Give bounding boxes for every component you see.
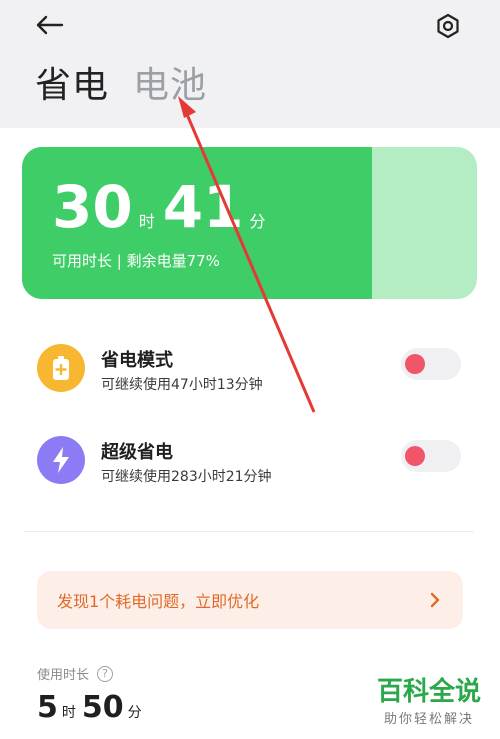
battery-issue-banner[interactable]: 发现1个耗电问题，立即优化 (37, 571, 463, 629)
help-icon[interactable]: ? (97, 665, 114, 682)
battery-subtitle: 可用时长 | 剩余电量77% (52, 252, 220, 270)
section-divider (24, 531, 474, 532)
issue-banner-text: 发现1个耗电问题，立即优化 (57, 592, 260, 611)
chevron-right-icon (430, 592, 440, 608)
tab-battery[interactable]: 电池 (133, 64, 207, 108)
usage-duration-value: 5 时 50 分 (37, 690, 148, 725)
super-power-saving-title: 超级省电 (101, 442, 173, 463)
toggle-knob (405, 354, 425, 374)
power-saving-mode-row[interactable]: 省电模式 可继续使用47小时13分钟 (37, 344, 462, 396)
lightning-icon (37, 436, 85, 484)
back-button[interactable] (32, 10, 68, 40)
settings-button[interactable] (432, 10, 464, 42)
usage-minutes: 50 (81, 690, 124, 725)
watermark-title: 百科全说 (376, 677, 481, 707)
battery-plus-icon (37, 344, 85, 392)
remaining-hours: 30 (52, 173, 133, 241)
gear-icon (437, 13, 459, 39)
toggle-knob (405, 446, 425, 466)
tab-power-saving[interactable]: 省电 (35, 64, 109, 108)
watermark-subtitle: 助你轻松解决 (383, 712, 474, 727)
minutes-unit: 分 (249, 212, 266, 231)
remaining-time: 30 时 41 分 (52, 177, 273, 237)
watermark: 百科全说 助你轻松解决 (368, 676, 490, 727)
usage-minutes-unit: 分 (127, 705, 142, 721)
usage-hours: 5 (37, 690, 58, 725)
back-arrow-icon (36, 15, 64, 35)
usage-duration-label: 使用时长 (37, 668, 90, 683)
hours-unit: 时 (138, 212, 155, 231)
power-saving-mode-title: 省电模式 (101, 350, 173, 371)
battery-status-card: 30 时 41 分 可用时长 | 剩余电量77% (22, 147, 477, 299)
header-bar: 省电 电池 (0, 0, 500, 128)
remaining-minutes: 41 (162, 173, 244, 241)
super-power-saving-toggle[interactable] (401, 440, 461, 472)
power-saving-mode-toggle[interactable] (401, 348, 461, 380)
power-saving-mode-subtitle: 可继续使用47小时13分钟 (101, 377, 263, 393)
super-power-saving-row[interactable]: 超级省电 可继续使用283小时21分钟 (37, 436, 462, 488)
usage-hours-unit: 时 (61, 705, 76, 721)
usage-duration-label-row: 使用时长 ? (37, 664, 114, 683)
super-power-saving-subtitle: 可继续使用283小时21分钟 (101, 469, 272, 485)
